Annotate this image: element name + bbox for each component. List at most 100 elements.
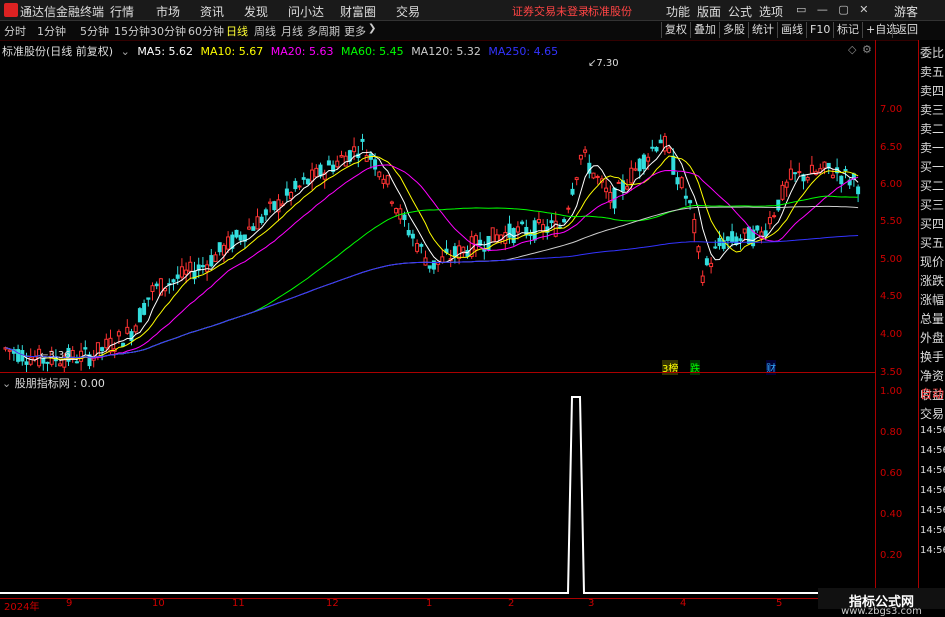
candle-body bbox=[137, 308, 142, 323]
guest-label[interactable]: 游客 bbox=[894, 3, 918, 20]
candle-body bbox=[805, 176, 810, 181]
candle-body bbox=[671, 155, 676, 175]
period-monthly[interactable]: 月线 bbox=[281, 23, 303, 39]
candle-body bbox=[566, 207, 571, 210]
overlay-button[interactable]: 叠加 bbox=[690, 22, 719, 38]
price-tick: 5.00 bbox=[880, 254, 903, 265]
date-tick: 12 bbox=[326, 598, 339, 609]
candle-body bbox=[259, 216, 264, 223]
quote-label: 净资 bbox=[920, 369, 945, 383]
quote-label: 外盘 bbox=[920, 331, 945, 345]
candle-body bbox=[839, 175, 844, 185]
login-notice[interactable]: 证券交易未登录 bbox=[512, 3, 589, 19]
candle-body bbox=[658, 139, 663, 144]
candle-body bbox=[578, 154, 583, 160]
candle-body bbox=[146, 297, 151, 300]
period-15min[interactable]: 15分钟 bbox=[114, 23, 150, 39]
menu-item-news[interactable]: 资讯 bbox=[200, 3, 224, 20]
candle-body bbox=[809, 164, 814, 174]
menu-item-wealth[interactable]: 财富圈 bbox=[340, 3, 376, 20]
candle-body bbox=[473, 235, 478, 251]
candle-body bbox=[133, 325, 138, 333]
menu-formula[interactable]: 公式 bbox=[728, 3, 752, 20]
candle-body bbox=[104, 338, 109, 349]
candle-body bbox=[175, 274, 180, 279]
candle-body bbox=[188, 261, 193, 272]
candle-body bbox=[247, 226, 252, 230]
date-axis bbox=[0, 598, 875, 610]
quote-label: 现价 bbox=[920, 255, 945, 269]
candle-body bbox=[213, 254, 218, 262]
candle-body bbox=[238, 234, 243, 241]
candle-body bbox=[335, 160, 340, 168]
menu-item-discover[interactable]: 发现 bbox=[244, 3, 268, 20]
indicator-line bbox=[0, 396, 860, 594]
period-more[interactable]: 更多 bbox=[344, 23, 366, 39]
period-timeshare[interactable]: 分时 bbox=[4, 23, 26, 39]
menu-function[interactable]: 功能 bbox=[666, 3, 690, 20]
quote-label: 买一 bbox=[920, 160, 945, 174]
date-tick: 11 bbox=[232, 598, 245, 609]
candle-body bbox=[604, 187, 609, 193]
f10-button[interactable]: F10 bbox=[806, 22, 833, 38]
period-multi[interactable]: 多周期 bbox=[307, 23, 340, 39]
quote-label: 卖一 bbox=[920, 141, 945, 155]
multi-stock-button[interactable]: 多股 bbox=[719, 22, 748, 38]
candle-body bbox=[830, 174, 835, 179]
back-button[interactable]: 返回 bbox=[892, 22, 921, 38]
candle-body bbox=[423, 257, 428, 266]
menu-item-trade[interactable]: 交易 bbox=[396, 3, 420, 20]
candle-body bbox=[646, 156, 651, 162]
period-daily[interactable]: 日线 bbox=[226, 23, 248, 39]
candle-body bbox=[364, 154, 369, 162]
price-tick: 4.00 bbox=[880, 329, 903, 340]
candle-body bbox=[83, 347, 88, 350]
period-60min[interactable]: 60分钟 bbox=[188, 23, 224, 39]
candle-body bbox=[440, 256, 445, 263]
candle-body bbox=[490, 227, 495, 243]
indicator-tick: 0.80 bbox=[880, 427, 903, 438]
mark-button[interactable]: 标记 bbox=[833, 22, 862, 38]
candle-body bbox=[205, 264, 210, 272]
quote-label: 自动 bbox=[920, 387, 945, 401]
stats-button[interactable]: 统计 bbox=[748, 22, 777, 38]
period-weekly[interactable]: 周线 bbox=[254, 23, 276, 39]
period-1min[interactable]: 1分钟 bbox=[37, 23, 66, 39]
period-30min[interactable]: 30分钟 bbox=[150, 23, 186, 39]
candle-body bbox=[742, 228, 747, 234]
menu-options[interactable]: 选项 bbox=[759, 3, 783, 20]
menu-layout[interactable]: 版面 bbox=[697, 3, 721, 20]
date-tick: 9 bbox=[66, 598, 73, 609]
candle-body bbox=[591, 172, 596, 179]
period-5min[interactable]: 5分钟 bbox=[80, 23, 109, 39]
window-controls[interactable]: ▭ — ▢ ✕ bbox=[796, 3, 868, 16]
menu-item-market[interactable]: 市场 bbox=[156, 3, 180, 20]
restore-rights-button[interactable]: 复权 bbox=[661, 22, 690, 38]
candle-body bbox=[251, 226, 256, 231]
price-tick: 5.50 bbox=[880, 216, 903, 227]
candle-body bbox=[822, 161, 827, 169]
candle-body bbox=[679, 177, 684, 189]
candle-body bbox=[520, 221, 525, 225]
menu-item-quotes[interactable]: 行情 bbox=[110, 3, 134, 20]
date-tick: 2024年 bbox=[4, 602, 40, 613]
chevron-right-icon[interactable]: ❯ bbox=[368, 23, 376, 34]
candle-body bbox=[457, 245, 462, 260]
indicator-tick: 0.60 bbox=[880, 468, 903, 479]
quote-label: 涨幅 bbox=[920, 293, 945, 307]
price-tick: 6.00 bbox=[880, 179, 903, 190]
price-tick: 4.50 bbox=[880, 291, 903, 302]
candle-body bbox=[7, 349, 12, 352]
indicator-chart[interactable] bbox=[0, 373, 875, 599]
candle-body bbox=[389, 201, 394, 204]
menu-item-ask[interactable]: 问小达 bbox=[288, 3, 324, 20]
candle-body bbox=[515, 226, 520, 233]
candle-body bbox=[284, 188, 289, 196]
candle-body bbox=[704, 258, 709, 266]
candle-body bbox=[688, 200, 693, 204]
candle-body bbox=[427, 265, 432, 269]
candlestick-chart[interactable] bbox=[0, 40, 875, 372]
ma-line bbox=[5, 164, 859, 359]
quote-label: 卖四 bbox=[920, 84, 945, 98]
draw-button[interactable]: 画线 bbox=[777, 22, 806, 38]
